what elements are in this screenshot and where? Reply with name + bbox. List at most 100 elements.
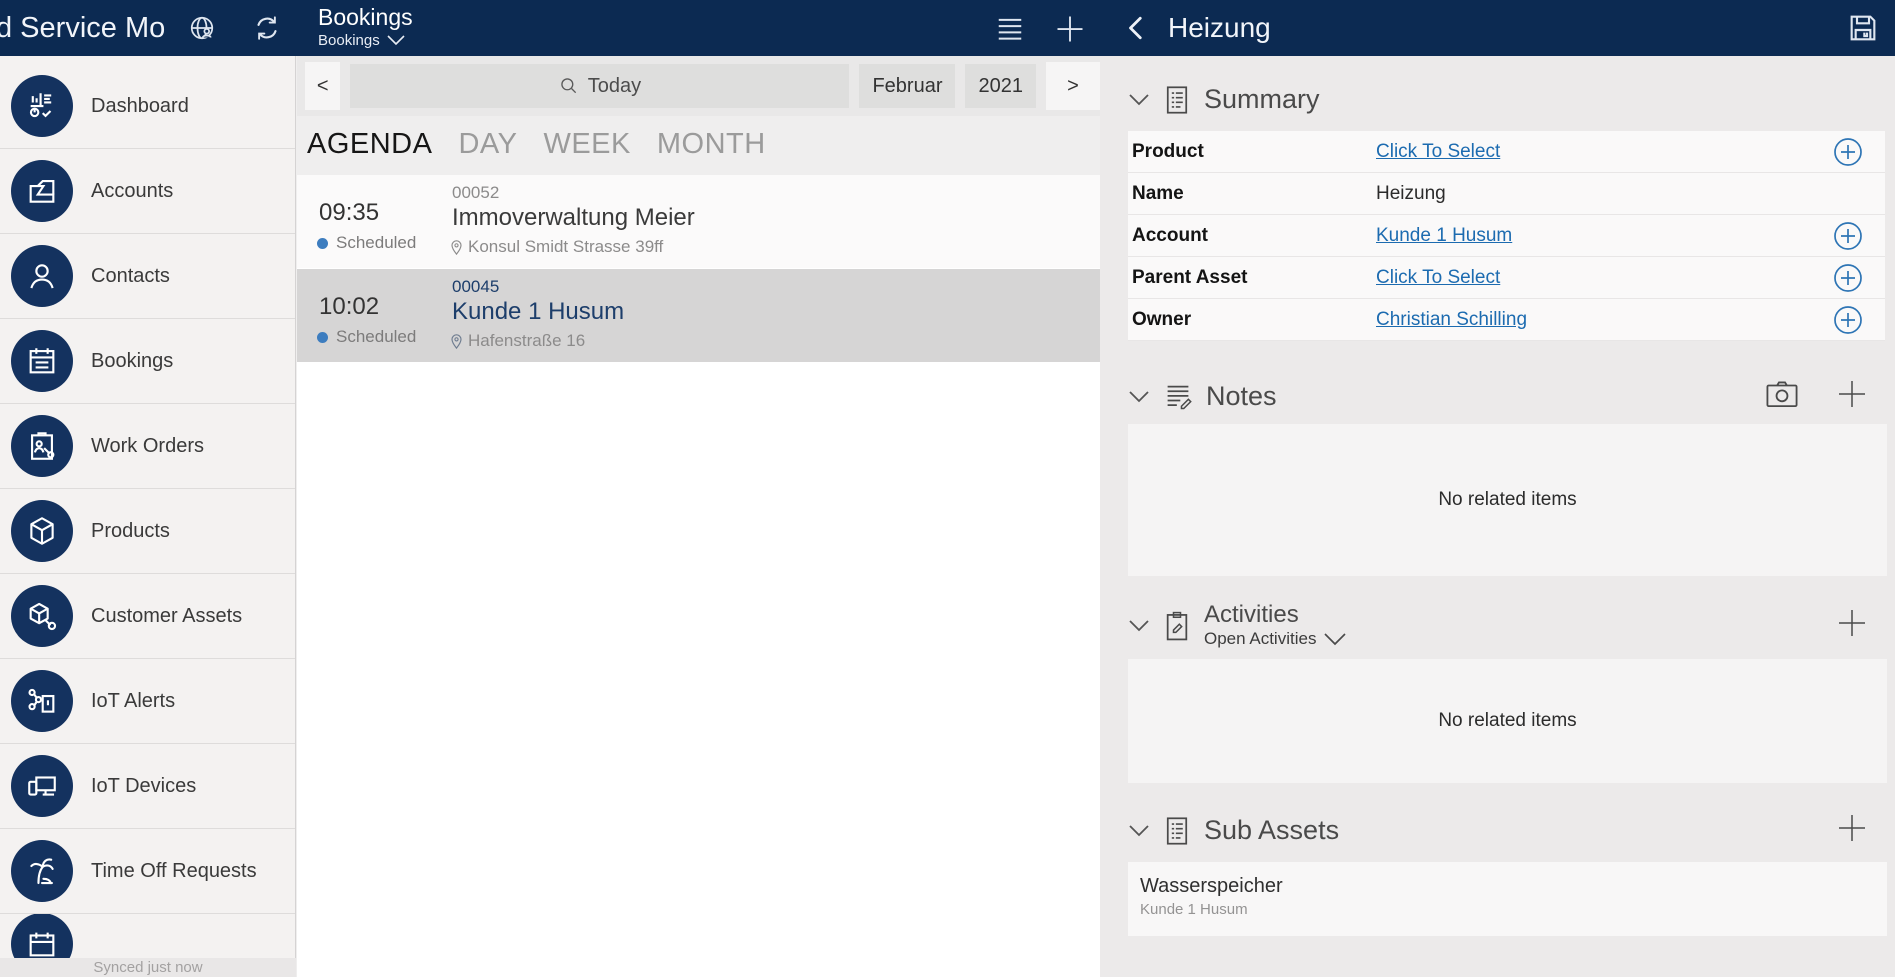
field-row-product: Product Click To Select: [1128, 131, 1885, 173]
booking-time: 10:02: [319, 293, 379, 321]
booking-list: 09:35 Scheduled 00052 Immoverwaltung Mei…: [297, 175, 1100, 977]
add-circle-icon[interactable]: [1833, 263, 1863, 293]
iot-devices-icon: [11, 755, 73, 817]
booking-time: 09:35: [319, 199, 379, 227]
date-search-input[interactable]: Today: [350, 64, 849, 108]
list-view-icon[interactable]: [995, 13, 1025, 43]
map-pin-icon: [450, 240, 463, 255]
view-title: Bookings: [318, 4, 413, 31]
search-icon: [559, 76, 579, 96]
sync-status: Synced just now: [0, 958, 296, 977]
asset-detail-panel: Summary Product Click To Select Name Hei…: [1100, 56, 1895, 977]
sidebar-item-bookings[interactable]: Bookings: [0, 319, 295, 404]
contacts-icon: [11, 245, 73, 307]
add-circle-icon[interactable]: [1833, 221, 1863, 251]
chevron-down-icon: [1128, 93, 1150, 107]
globe-icon[interactable]: [187, 13, 217, 43]
section-title: Summary: [1204, 84, 1320, 115]
products-icon: [11, 500, 73, 562]
field-row-parent-asset: Parent Asset Click To Select: [1128, 257, 1885, 299]
field-value-link[interactable]: Christian Schilling: [1376, 309, 1527, 331]
activities-section-header[interactable]: Activities Open Activities: [1100, 602, 1895, 649]
section-title: Activities: [1204, 602, 1346, 627]
tab-day[interactable]: DAY: [458, 128, 517, 161]
chevron-down-icon: [387, 35, 405, 46]
sidebar-item-accounts[interactable]: Accounts: [0, 149, 295, 234]
detail-page-title: Heizung: [1168, 0, 1271, 56]
agenda-panel: < Today Februar 2021 > AGENDA DAY WEEK M…: [297, 56, 1100, 977]
tab-month[interactable]: MONTH: [657, 128, 766, 161]
next-period-button[interactable]: >: [1046, 62, 1100, 110]
sidebar-nav: Dashboard Accounts Contacts Bookings: [0, 56, 296, 977]
save-icon[interactable]: [1847, 12, 1879, 44]
activities-filter[interactable]: Open Activities: [1204, 629, 1346, 649]
app-title: d Service Mo: [0, 0, 165, 56]
add-circle-icon[interactable]: [1833, 137, 1863, 167]
summary-section-header[interactable]: Summary: [1100, 84, 1895, 115]
field-label: Parent Asset: [1132, 267, 1376, 289]
view-selector-label: Bookings: [318, 32, 380, 49]
add-circle-icon[interactable]: [1833, 305, 1863, 335]
sidebar-item-iot-alerts[interactable]: IoT Alerts: [0, 659, 295, 744]
sidebar-item-iot-devices[interactable]: IoT Devices: [0, 744, 295, 829]
tab-agenda[interactable]: AGENDA: [307, 128, 432, 161]
year-button[interactable]: 2021: [965, 64, 1036, 108]
prev-period-button[interactable]: <: [305, 62, 340, 110]
booking-name: Kunde 1 Husum: [452, 298, 624, 326]
field-row-account: Account Kunde 1 Husum: [1128, 215, 1885, 257]
sub-assets-icon: [1163, 816, 1191, 846]
sidebar-item-dashboard[interactable]: Dashboard: [0, 64, 295, 149]
booking-status: Scheduled: [317, 233, 416, 253]
sub-asset-list-item[interactable]: Wasserspeicher Kunde 1 Husum: [1128, 862, 1887, 936]
section-title: Sub Assets: [1204, 815, 1339, 846]
notes-icon: [1163, 382, 1193, 412]
date-search-value: Today: [588, 75, 641, 98]
booking-number: 00052: [452, 183, 499, 203]
sidebar-item-time-off-requests[interactable]: Time Off Requests: [0, 829, 295, 914]
time-off-icon: [11, 840, 73, 902]
add-activity-icon[interactable]: [1837, 608, 1867, 643]
notes-section-header[interactable]: Notes: [1100, 379, 1895, 414]
sidebar-item-customer-assets[interactable]: Customer Assets: [0, 574, 295, 659]
agenda-date-nav: < Today Februar 2021 >: [297, 56, 1100, 116]
field-label: Name: [1132, 183, 1376, 205]
accounts-icon: [11, 160, 73, 222]
field-value-link[interactable]: Kunde 1 Husum: [1376, 225, 1512, 247]
field-label: Product: [1132, 141, 1376, 163]
sidebar-item-products[interactable]: Products: [0, 489, 295, 574]
iot-alerts-icon: [11, 670, 73, 732]
sidebar-item-label: Work Orders: [91, 435, 204, 458]
booking-status: Scheduled: [317, 327, 416, 347]
add-icon[interactable]: [1055, 14, 1085, 44]
sub-asset-name: Wasserspeicher: [1140, 875, 1887, 898]
refresh-icon[interactable]: [252, 13, 282, 43]
field-row-name: Name Heizung: [1128, 173, 1885, 215]
booking-row-selected[interactable]: 10:02 Scheduled 00045 Kunde 1 Husum Hafe…: [297, 269, 1100, 362]
sidebar-item-label: IoT Devices: [91, 775, 196, 798]
bookings-icon: [11, 330, 73, 392]
field-value[interactable]: Heizung: [1376, 183, 1446, 205]
booking-row[interactable]: 09:35 Scheduled 00052 Immoverwaltung Mei…: [297, 175, 1100, 268]
sidebar-item-contacts[interactable]: Contacts: [0, 234, 295, 319]
month-button[interactable]: Februar: [859, 64, 955, 108]
sub-assets-section-header[interactable]: Sub Assets: [1100, 813, 1895, 848]
field-label: Account: [1132, 225, 1376, 247]
sidebar-item-label: Dashboard: [91, 95, 189, 118]
booking-number: 00045: [452, 277, 499, 297]
view-title-group[interactable]: Bookings Bookings: [318, 4, 413, 49]
field-label: Owner: [1132, 309, 1376, 331]
customer-assets-icon: [11, 585, 73, 647]
field-value-link[interactable]: Click To Select: [1376, 141, 1500, 163]
camera-icon[interactable]: [1765, 379, 1799, 414]
field-value-link[interactable]: Click To Select: [1376, 267, 1500, 289]
sidebar-item-label: Customer Assets: [91, 605, 242, 628]
sidebar-item-work-orders[interactable]: Work Orders: [0, 404, 295, 489]
back-icon[interactable]: [1124, 15, 1150, 41]
add-sub-asset-icon[interactable]: [1837, 813, 1867, 848]
tab-week[interactable]: WEEK: [543, 128, 630, 161]
field-row-owner: Owner Christian Schilling: [1128, 299, 1885, 341]
sidebar-item-label: Bookings: [91, 350, 173, 373]
add-note-icon[interactable]: [1837, 379, 1867, 414]
chevron-down-icon: [1324, 633, 1346, 646]
calendar-view-tabs: AGENDA DAY WEEK MONTH: [297, 116, 1100, 175]
